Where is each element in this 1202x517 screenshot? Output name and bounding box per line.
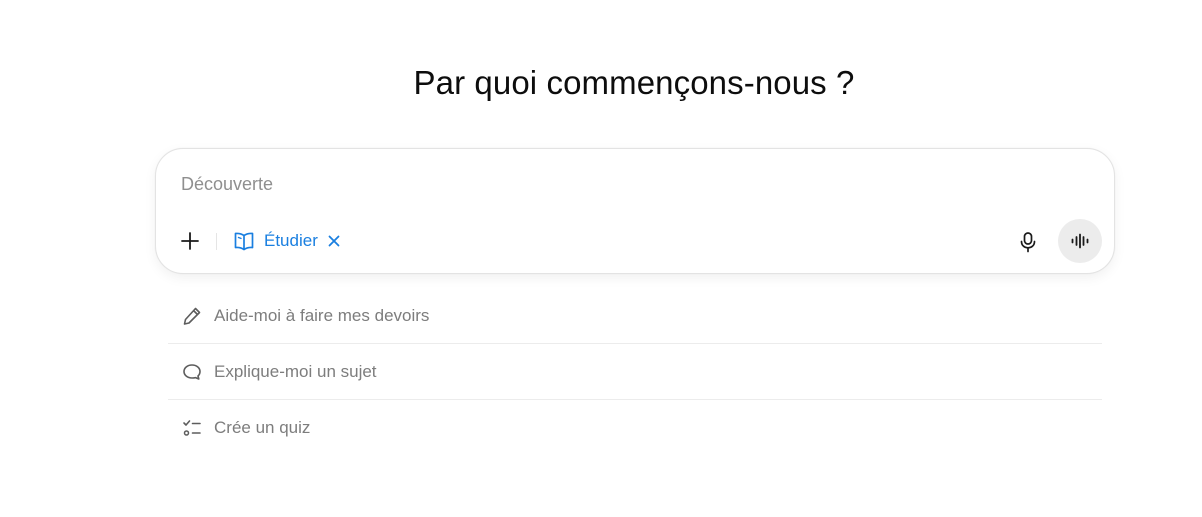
checklist-icon bbox=[180, 416, 204, 440]
suggestion-homework[interactable]: Aide-moi à faire mes devoirs bbox=[168, 288, 1102, 344]
divider bbox=[216, 233, 217, 250]
close-icon[interactable] bbox=[327, 234, 341, 248]
study-mode-chip[interactable]: Étudier bbox=[232, 227, 341, 255]
microphone-icon bbox=[1020, 232, 1036, 253]
suggestion-label: Aide-moi à faire mes devoirs bbox=[214, 305, 430, 325]
page: Par quoi commençons-nous ? Étudier bbox=[0, 0, 1202, 517]
dictate-button[interactable] bbox=[1014, 228, 1042, 256]
study-mode-label: Étudier bbox=[264, 231, 318, 250]
plus-icon bbox=[181, 232, 199, 250]
book-open-icon bbox=[234, 232, 254, 251]
composer: Étudier bbox=[155, 148, 1115, 274]
page-title: Par quoi commençons-nous ? bbox=[413, 64, 855, 101]
suggestion-create-quiz[interactable]: Crée un quiz bbox=[168, 400, 1102, 455]
prompt-input[interactable] bbox=[181, 171, 981, 197]
voice-waveform-icon bbox=[1071, 233, 1089, 249]
chat-bubble-icon bbox=[180, 360, 204, 384]
suggestion-explain-topic[interactable]: Explique-moi un sujet bbox=[168, 344, 1102, 400]
voice-mode-button[interactable] bbox=[1058, 219, 1102, 263]
add-attachment-button[interactable] bbox=[176, 227, 204, 255]
suggestion-label: Crée un quiz bbox=[214, 417, 311, 437]
pencil-icon bbox=[180, 304, 204, 328]
suggestion-label: Explique-moi un sujet bbox=[214, 361, 377, 381]
suggestion-list: Aide-moi à faire mes devoirs Explique-mo… bbox=[168, 288, 1102, 455]
